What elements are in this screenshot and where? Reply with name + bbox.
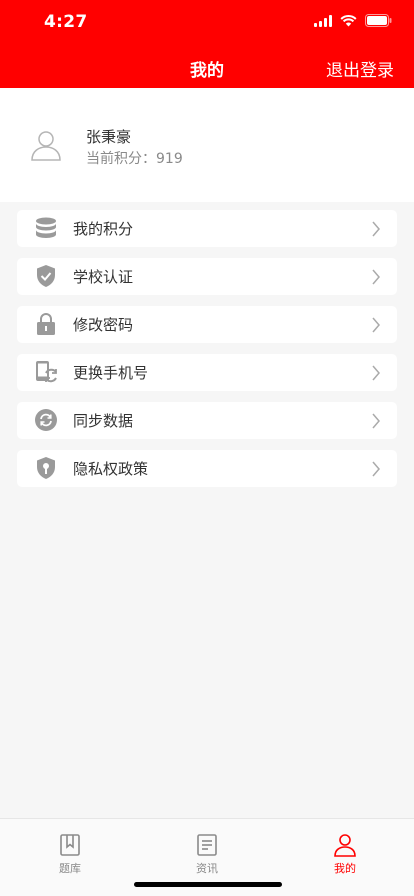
battery-icon <box>365 14 392 27</box>
menu-item-change-password[interactable]: 修改密码 <box>17 306 397 343</box>
profile-screen: 4:27 我的 退出登录 张秉豪 当前积分：919 我的积分 学校认证 修改密码… <box>0 0 414 896</box>
menu-item-label: 修改密码 <box>73 316 134 334</box>
menu-item-label: 同步数据 <box>73 412 134 430</box>
logout-button[interactable]: 退出登录 <box>326 56 394 81</box>
tab-mine[interactable]: 我的 <box>315 833 375 876</box>
news-icon <box>197 834 217 856</box>
user-points: 当前积分：919 <box>86 151 183 167</box>
chevron-right-icon <box>372 413 380 429</box>
menu-item-my-points[interactable]: 我的积分 <box>17 210 397 247</box>
phone-swap-icon <box>36 361 57 383</box>
menu-item-label: 学校认证 <box>73 268 134 286</box>
privacy-shield-icon <box>37 457 55 479</box>
chevron-right-icon <box>372 269 380 285</box>
menu-item-change-phone[interactable]: 更换手机号 <box>17 354 397 391</box>
signal-icon <box>314 14 332 27</box>
menu-item-label: 我的积分 <box>73 220 134 238</box>
chevron-right-icon <box>372 365 380 381</box>
tab-label: 我的 <box>334 862 356 875</box>
sync-icon <box>35 409 57 431</box>
home-indicator[interactable] <box>134 882 282 887</box>
person-icon <box>334 834 356 857</box>
chevron-right-icon <box>372 461 380 477</box>
avatar-icon <box>31 131 61 161</box>
menu-item-sync-data[interactable]: 同步数据 <box>17 402 397 439</box>
tab-question-bank[interactable]: 题库 <box>40 833 100 876</box>
settings-menu: 我的积分 学校认证 修改密码 更换手机号 同步数据 隐私权政策 <box>17 210 397 498</box>
profile-card[interactable]: 张秉豪 当前积分：919 <box>0 88 414 202</box>
tab-label: 资讯 <box>196 862 218 875</box>
menu-item-label: 更换手机号 <box>73 364 149 382</box>
menu-item-school-verify[interactable]: 学校认证 <box>17 258 397 295</box>
wifi-icon <box>340 14 357 26</box>
chevron-right-icon <box>372 221 380 237</box>
menu-item-privacy-policy[interactable]: 隐私权政策 <box>17 450 397 487</box>
book-icon <box>60 834 80 856</box>
lock-icon <box>37 313 55 335</box>
shield-check-icon <box>37 265 55 287</box>
menu-item-label: 隐私权政策 <box>73 460 149 478</box>
chevron-right-icon <box>372 317 380 333</box>
header: 4:27 我的 退出登录 <box>0 0 414 88</box>
status-icons <box>314 14 392 27</box>
user-name: 张秉豪 <box>86 128 132 146</box>
tab-bar: 题库 资讯 我的 <box>0 818 414 896</box>
database-icon <box>36 217 56 238</box>
tab-news[interactable]: 资讯 <box>177 833 237 876</box>
status-time: 4:27 <box>44 12 88 32</box>
tab-label: 题库 <box>59 862 81 875</box>
